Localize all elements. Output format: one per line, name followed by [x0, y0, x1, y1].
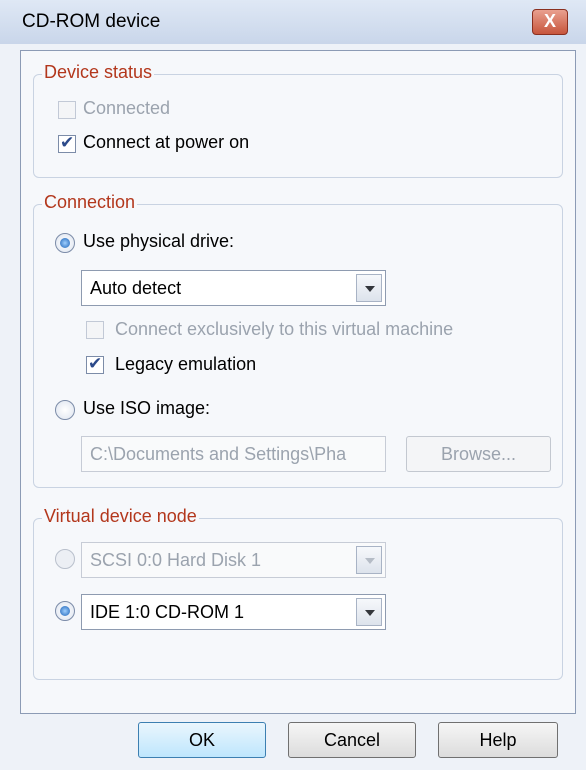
chevron-down-icon[interactable] — [356, 598, 382, 626]
connect-at-power-on-checkbox[interactable] — [58, 133, 76, 153]
use-physical-drive-label: Use physical drive: — [83, 231, 235, 251]
chevron-down-icon[interactable] — [356, 274, 382, 302]
cancel-button[interactable]: Cancel — [288, 722, 416, 758]
ide-node-radio[interactable] — [55, 601, 75, 621]
close-icon: X — [543, 11, 556, 31]
window-title: CD-ROM device — [22, 11, 161, 32]
iso-path-field[interactable]: C:\Documents and Settings\Pha — [81, 436, 386, 472]
use-iso-image-radio[interactable] — [55, 400, 75, 420]
connected-label: Connected — [83, 98, 171, 118]
connect-at-power-on-label: Connect at power on — [83, 132, 250, 152]
cdrom-dialog: CD-ROM device X Device status Connected … — [0, 0, 586, 770]
use-iso-image-label: Use ISO image: — [83, 398, 211, 418]
connection-legend: Connection — [42, 192, 138, 213]
legacy-emulation-checkbox[interactable] — [86, 354, 104, 374]
ide-node-select[interactable]: IDE 1:0 CD-ROM 1 — [81, 594, 386, 630]
help-button[interactable]: Help — [438, 722, 558, 758]
browse-button[interactable]: Browse... — [406, 436, 551, 472]
scsi-node-radio[interactable] — [55, 549, 75, 569]
connect-exclusively-checkbox[interactable] — [86, 321, 104, 339]
device-status-legend: Device status — [42, 62, 155, 83]
ide-node-value: IDE 1:0 CD-ROM 1 — [90, 602, 245, 622]
legacy-emulation-label: Legacy emulation — [115, 354, 257, 374]
title-bar: CD-ROM device X — [0, 0, 586, 44]
physical-drive-select[interactable]: Auto detect — [81, 270, 386, 306]
physical-drive-value: Auto detect — [90, 278, 182, 298]
scsi-node-select[interactable]: SCSI 0:0 Hard Disk 1 — [81, 542, 386, 578]
close-button[interactable]: X — [532, 9, 568, 35]
connected-checkbox[interactable] — [58, 101, 76, 119]
use-physical-drive-radio[interactable] — [55, 233, 75, 253]
device-status-group: Device status — [33, 62, 563, 178]
scsi-node-value: SCSI 0:0 Hard Disk 1 — [90, 550, 262, 570]
ok-button[interactable]: OK — [138, 722, 266, 758]
dialog-body: Device status Connected Connect at power… — [20, 50, 576, 714]
connect-exclusively-label: Connect exclusively to this virtual mach… — [115, 319, 454, 339]
virtual-device-node-legend: Virtual device node — [42, 506, 199, 527]
chevron-down-icon[interactable] — [356, 546, 382, 574]
iso-path-value: C:\Documents and Settings\Pha — [90, 444, 347, 464]
